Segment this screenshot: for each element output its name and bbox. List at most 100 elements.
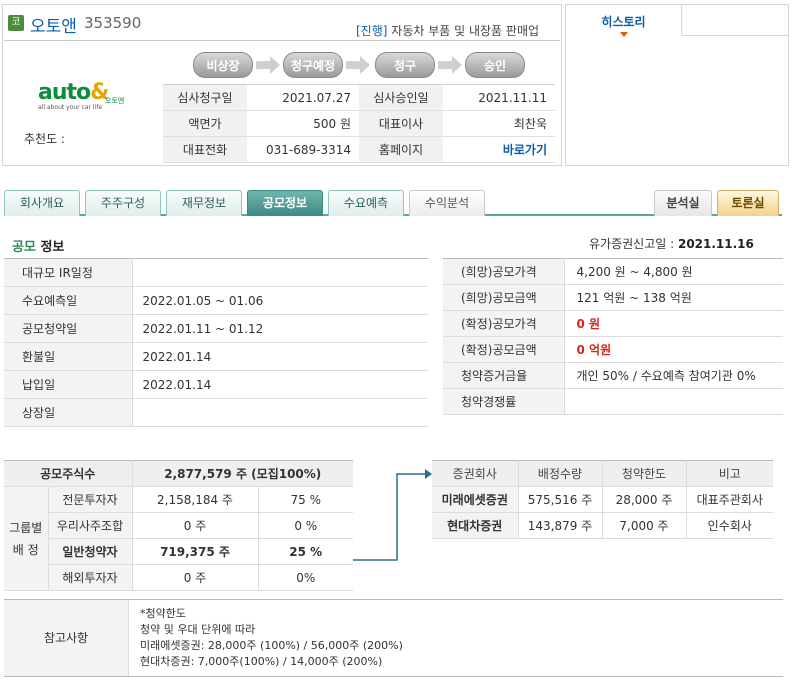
note-line: 미래에셋증권: 28,000주 (100%) / 56,000주 (200%) — [140, 639, 403, 652]
note-label: 참고사항 — [4, 600, 129, 676]
note-line: 현대차증권: 7,000주(100%) / 14,000주 (200%) — [140, 655, 383, 668]
shares-head-key: 공모주식수 — [4, 460, 133, 487]
shares-value: 719,375 주 — [132, 538, 259, 565]
schedule-key: 대규모 IR일정 — [4, 258, 133, 287]
table-row: 납입일 2022.01.14 — [4, 370, 428, 399]
price-key: 청약경쟁률 — [443, 388, 565, 415]
header-divider — [4, 40, 560, 41]
schedule-value: 2022.01.05 ~ 01.06 — [132, 286, 428, 315]
tab-overview[interactable]: 회사개요 — [4, 190, 80, 216]
info-value: 031-689-3314 — [247, 136, 359, 163]
broker-limit: 28,000 주 — [602, 486, 687, 513]
shares-pct: 0 % — [258, 512, 353, 539]
group-label-b: 배 정 — [12, 542, 39, 557]
group-label-a: 그룹별 — [9, 520, 43, 535]
table-row: 미래에셋증권 575,516 주 28,000 주 대표주관회사 — [432, 486, 773, 513]
company-status: [진행] 자동차 부품 및 내장품 판매업 — [356, 22, 539, 39]
price-value: 0 원 — [564, 310, 783, 337]
broker-note: 인수회사 — [686, 512, 773, 539]
logo-tagline: all about your car life — [38, 104, 103, 111]
table-row: 일반청약자 719,375 주 25 % — [4, 538, 353, 565]
info-key: 홈페이지 — [359, 136, 443, 163]
schedule-key: 공모청약일 — [4, 314, 133, 343]
broker-note: 대표주관회사 — [686, 486, 773, 513]
filing-date-label: 유가증권신고일 : — [589, 237, 675, 251]
step-arrow-icon — [346, 56, 370, 74]
tab-history-label: 히스토리 — [601, 15, 646, 29]
table-row: 환불일 2022.01.14 — [4, 342, 428, 371]
brokers-header: 배정수량 — [518, 460, 603, 487]
table-row: 심사청구일 2021.07.27 심사승인일 2021.11.11 — [163, 84, 555, 111]
history-divider — [682, 35, 788, 36]
schedule-value: 2022.01.14 — [132, 342, 428, 371]
brokers-header: 청약한도 — [602, 460, 687, 487]
broker-qty: 575,516 주 — [518, 486, 603, 513]
step-approved: 승인 — [465, 52, 525, 78]
table-row: (확정)공모금액 0 억원 — [443, 336, 783, 363]
note-body: *청약한도 청약 및 우대 단위에 따라 미래에셋증권: 28,000주 (10… — [140, 606, 403, 670]
history-panel: 히스토리 — [565, 4, 789, 166]
schedule-key: 수요예측일 — [4, 286, 133, 315]
table-row: 현대차증권 143,879 주 7,000 주 인수회사 — [432, 512, 773, 539]
price-table: (희망)공모가격 4,200 원 ~ 4,800 원 (희망)공모금액 121 억원… — [443, 258, 783, 415]
info-key: 대표전화 — [163, 136, 247, 163]
info-value: 2021.11.11 — [443, 84, 555, 111]
price-key: (확정)공모가격 — [443, 310, 565, 337]
tab-discussion[interactable]: 토론실 — [717, 190, 779, 216]
info-key: 심사승인일 — [359, 84, 443, 111]
logo-korean: 오토앤 — [105, 97, 125, 105]
note-line: 청약 및 우대 단위에 따라 — [140, 623, 256, 636]
shares-pct: 75 % — [258, 486, 353, 513]
company-logo: auto& — [38, 80, 109, 105]
shares-pct: 0% — [258, 564, 353, 591]
table-row: 상장일 — [4, 398, 428, 427]
tab-shareholders[interactable]: 주주구성 — [85, 190, 161, 216]
price-key: (희망)공모가격 — [443, 258, 565, 285]
price-value: 0 억원 — [564, 336, 783, 363]
info-key: 액면가 — [163, 110, 247, 137]
status-prefix: [진행] — [356, 24, 388, 38]
schedule-key: 환불일 — [4, 342, 133, 371]
schedule-table: 대규모 IR일정 수요예측일 2022.01.05 ~ 01.06 공모청약일 20… — [4, 258, 428, 427]
note-line: *청약한도 — [140, 607, 186, 620]
tab-history[interactable]: 히스토리 — [566, 5, 682, 37]
table-row: 공모청약일 2022.01.11 ~ 01.12 — [4, 314, 428, 343]
shares-head-value: 2,877,579 주 (모집100%) — [132, 460, 353, 487]
shares-value: 2,158,184 주 — [132, 486, 259, 513]
tab-return-analysis[interactable]: 수익분석 — [409, 190, 485, 216]
main-tabs: 회사개요 주주구성 재무정보 공모정보 수요예측 수익분석 분석실 토론실 — [4, 190, 782, 216]
step-filed: 청구 — [375, 52, 435, 78]
schedule-value — [132, 398, 428, 427]
recommend-label: 추천도 : — [24, 132, 65, 146]
price-key: (희망)공모금액 — [443, 284, 565, 311]
homepage-link[interactable]: 바로가기 — [443, 136, 555, 163]
info-key: 심사청구일 — [163, 84, 247, 111]
tab-ipo-info[interactable]: 공모정보 — [247, 190, 323, 216]
connector-arrow-icon — [353, 469, 432, 561]
shares-key: 일반청약자 — [48, 538, 133, 565]
section-title-b: 정보 — [40, 240, 65, 255]
brokers-header: 비고 — [686, 460, 773, 487]
shares-key: 우리사주조합 — [48, 512, 133, 539]
info-key: 대표이사 — [359, 110, 443, 137]
schedule-value — [132, 258, 428, 287]
schedule-key: 납입일 — [4, 370, 133, 399]
schedule-value: 2022.01.11 ~ 01.12 — [132, 314, 428, 343]
company-info-table: 심사청구일 2021.07.27 심사승인일 2021.11.11 액면가 50… — [163, 84, 555, 163]
info-value: 500 원 — [247, 110, 359, 137]
tab-analysis-room[interactable]: 분석실 — [654, 190, 712, 216]
shares-key: 전문투자자 — [48, 486, 133, 513]
info-value: 최찬욱 — [443, 110, 555, 137]
shares-value: 0 주 — [132, 512, 259, 539]
price-key: 청약증거금율 — [443, 362, 565, 389]
section-title-a: 공모 — [12, 240, 36, 255]
tab-demand-forecast[interactable]: 수요예측 — [328, 190, 404, 216]
tab-financials[interactable]: 재무정보 — [166, 190, 242, 216]
broker-limit: 7,000 주 — [602, 512, 687, 539]
brokers-header: 증권회사 — [432, 460, 519, 487]
table-row: 우리사주조합 0 주 0 % — [4, 512, 353, 539]
filing-date: 유가증권신고일 : 2021.11.16 — [589, 235, 754, 252]
price-value: 121 억원 ~ 138 억원 — [564, 284, 783, 311]
company-name: 오토앤 — [30, 17, 77, 37]
shares-key: 해외투자자 — [48, 564, 133, 591]
